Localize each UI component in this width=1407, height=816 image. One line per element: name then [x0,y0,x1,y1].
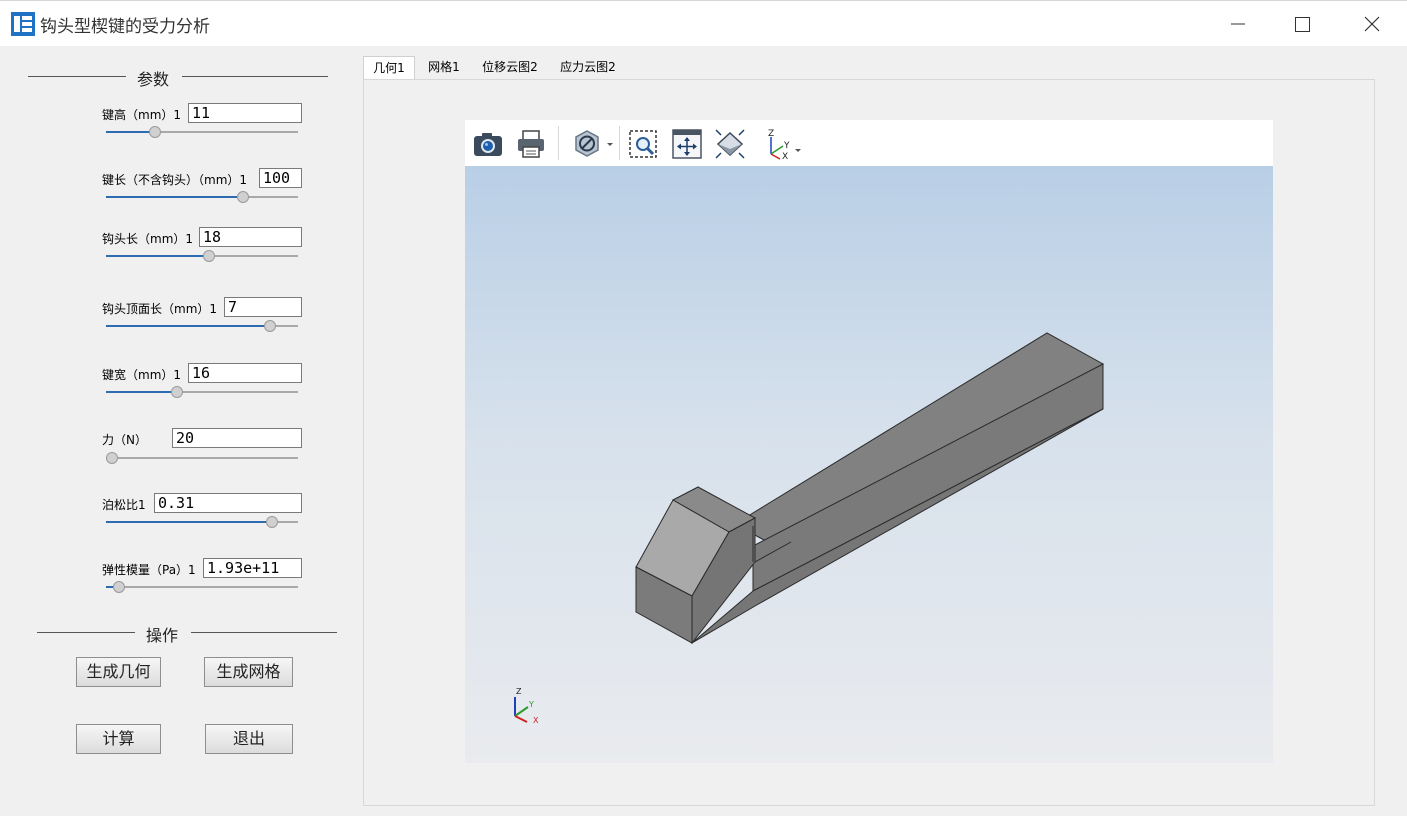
param-label-force: 力（N） [102,433,147,447]
exit-button[interactable]: 退出 [205,724,293,754]
key-top-face [734,332,1104,556]
svg-text:X: X [782,152,788,160]
param-label-elastic-modulus: 弹性模量（Pa）1 [102,563,196,577]
slider-handle[interactable] [264,320,277,332]
window-title: 钩头型楔键的受力分析 [40,17,210,37]
axes-orientation-icon[interactable]: Z Y X [761,128,805,160]
actions-group-title: 操作 [146,626,179,645]
param-label-key-height: 键高（mm）1 [102,108,182,122]
hook-top-length-slider[interactable] [106,319,298,333]
key-height-slider[interactable] [106,125,298,139]
slider-handle[interactable] [113,581,126,593]
print-icon[interactable] [515,128,547,160]
tab-stress-contour[interactable]: 应力云图2 [553,56,623,79]
fit-all-icon[interactable] [671,128,703,160]
param-label-hook-top-length: 钩头顶面长（mm）1 [102,302,218,316]
svg-text:Y: Y [783,141,790,151]
poisson-ratio-input[interactable]: 0.31 [154,493,302,513]
maximize-icon [1295,17,1310,32]
divider [182,76,328,77]
minimize-button[interactable] [1215,1,1261,47]
zoom-box-icon[interactable] [627,128,659,160]
key-length-slider[interactable] [106,190,298,204]
slider-handle[interactable] [170,386,183,398]
hook-key-model: Z Y X [514,332,1104,725]
param-label-hook-length: 钩头长（mm）1 [102,232,194,246]
key-width-slider[interactable] [106,385,298,399]
display-mode-icon[interactable] [571,128,615,160]
compute-button[interactable]: 计算 [76,724,161,754]
hook-top-length-input[interactable]: 7 [224,297,302,317]
force-slider[interactable] [106,451,298,465]
params-group-header: 参数 [28,66,328,89]
hook-length-input[interactable]: 18 [199,227,302,247]
3d-viewer: Z Y X Z Y X [465,120,1273,763]
param-label-key-width: 键宽（mm）1 [102,368,182,382]
close-button[interactable] [1349,1,1395,47]
window-titlebar: 钩头型楔键的受力分析 [0,0,1407,46]
actions-group-header: 操作 [37,622,337,645]
triad-x-label: X [533,716,539,725]
force-input[interactable]: 20 [172,428,302,448]
isometric-view-icon[interactable] [714,128,746,160]
triad-y-label: Y [528,700,534,709]
slider-handle[interactable] [149,126,162,138]
tab-displacement-contour[interactable]: 位移云图2 [475,56,545,79]
divider [37,632,135,633]
param-label-key-length: 键长（不含钩头）（mm）1 [102,173,248,187]
hook-length-slider[interactable] [106,249,298,263]
divider [28,76,126,77]
elastic-modulus-slider[interactable] [106,580,298,594]
maximize-button[interactable] [1279,1,1325,47]
slider-handle[interactable] [106,452,118,464]
orientation-triad: Z Y X [514,687,539,725]
3d-viewport[interactable]: Z Y X [465,166,1273,763]
slider-handle[interactable] [266,516,279,528]
key-side-face [752,363,1104,592]
toolbar-separator [619,126,620,160]
tab-geometry[interactable]: 几何1 [363,56,415,80]
divider [191,632,337,633]
viewer-toolbar: Z Y X [465,120,1273,166]
generate-geometry-button[interactable]: 生成几何 [76,657,161,687]
generate-mesh-button[interactable]: 生成网格 [204,657,293,687]
slider-handle[interactable] [203,250,216,262]
elastic-modulus-input[interactable]: 1.93e+11 [203,558,302,578]
svg-text:Z: Z [768,129,774,139]
close-icon [1364,16,1380,32]
key-length-input[interactable]: 100 [259,168,302,188]
poisson-ratio-slider[interactable] [106,515,298,529]
minimize-icon [1231,23,1245,25]
camera-icon[interactable] [472,128,504,160]
key-height-input[interactable]: 11 [188,103,302,123]
param-label-poisson-ratio: 泊松比1 [102,498,146,512]
params-group-title: 参数 [137,70,170,89]
toolbar-separator [558,126,559,160]
key-width-input[interactable]: 16 [188,363,302,383]
slider-handle[interactable] [237,191,250,203]
app-icon [11,12,35,36]
triad-z-label: Z [516,687,522,696]
tab-mesh[interactable]: 网格1 [419,56,469,79]
